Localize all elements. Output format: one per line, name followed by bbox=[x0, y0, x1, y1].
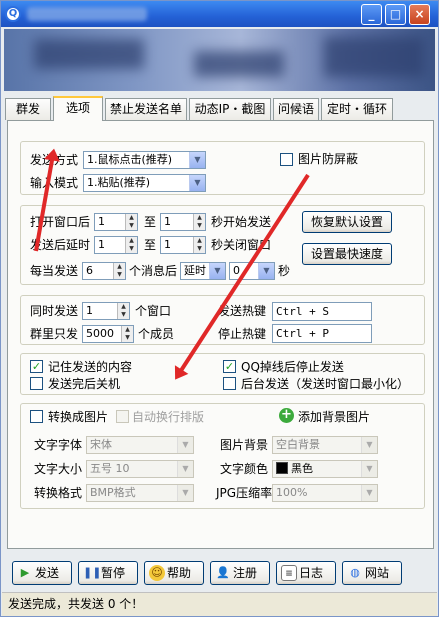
text-color-label: 文字颜色 bbox=[220, 462, 269, 476]
stop-hotkey-label: 停止热键 bbox=[218, 327, 267, 341]
image-background-label: 图片背景 bbox=[220, 438, 269, 452]
format-label: 转换格式 bbox=[34, 486, 83, 500]
shutdown-label: 发送完后关机 bbox=[48, 377, 121, 391]
website-button[interactable]: ◍ 网站 bbox=[342, 561, 402, 585]
text-color-select[interactable]: 黑色 ▼ bbox=[272, 460, 378, 478]
font-size-label: 文字大小 bbox=[34, 462, 83, 476]
open-suffix-label: 秒开始发送 bbox=[211, 215, 272, 229]
simultaneous-label: 同时发送 bbox=[30, 304, 79, 318]
anti-screen-label: 图片防屏蔽 bbox=[298, 152, 359, 166]
send-button[interactable]: ▶ 发送 bbox=[12, 561, 72, 585]
send-hotkey-field[interactable]: Ctrl + S bbox=[272, 302, 372, 321]
input-mode-select[interactable]: 1.粘贴(推荐) ▼ bbox=[83, 174, 206, 192]
font-label: 文字字体 bbox=[34, 438, 83, 452]
background-send-label: 后台发送（发送时窗口最小化） bbox=[241, 377, 410, 391]
after-messages-label: 个消息后 bbox=[129, 264, 178, 278]
tab-schedule[interactable]: 定时・循环 bbox=[321, 98, 393, 120]
jpg-quality-select[interactable]: 100% ▼ bbox=[272, 484, 378, 502]
minimize-button[interactable]: _ bbox=[361, 4, 382, 25]
delay-to-spinner[interactable]: 1 ▲ ▼ bbox=[160, 236, 206, 254]
chevron-down-icon: ▼ bbox=[209, 263, 225, 279]
chevron-down-icon: ▼ bbox=[361, 437, 377, 453]
group-members-spinner[interactable]: 5000 ▲ ▼ bbox=[82, 325, 134, 343]
every-send-spinner[interactable]: 6 ▲ ▼ bbox=[82, 262, 126, 280]
maximize-button[interactable]: □ bbox=[385, 4, 406, 25]
chevron-down-icon: ▼ bbox=[258, 263, 274, 279]
send-method-group bbox=[20, 141, 425, 195]
app-icon: Q bbox=[5, 6, 21, 22]
simultaneous-spinner[interactable]: 1 ▲ ▼ bbox=[82, 302, 130, 320]
qq-offline-label: QQ掉线后停止发送 bbox=[241, 360, 344, 374]
format-select[interactable]: BMP格式 ▼ bbox=[86, 484, 194, 502]
status-text: 发送完成，共发送 0 个！ bbox=[8, 597, 144, 611]
play-icon: ▶ bbox=[20, 566, 30, 579]
qq-offline-checkbox[interactable]: ✓ bbox=[223, 360, 236, 373]
chevron-down-icon: ▼ bbox=[361, 485, 377, 501]
pause-button[interactable]: ❚❚ 暂停 bbox=[78, 561, 138, 585]
image-background-select[interactable]: 空白背景 ▼ bbox=[272, 436, 378, 454]
delay-from-spinner[interactable]: 1 ▲ ▼ bbox=[94, 236, 138, 254]
tab-strip: 群发 选项 禁止发送名单 动态IP・截图 问候语 定时・循环 bbox=[4, 96, 435, 121]
auto-wrap-label: 自动换行排版 bbox=[132, 410, 205, 424]
tab-options[interactable]: 选项 bbox=[53, 96, 103, 121]
member-unit-label: 个成员 bbox=[138, 327, 175, 341]
restore-defaults-button[interactable]: 恢复默认设置 bbox=[302, 211, 392, 233]
open-from-spinner[interactable]: 1 ▲ ▼ bbox=[94, 213, 138, 231]
register-button[interactable]: 👤 注册 bbox=[210, 561, 270, 585]
bottom-toolbar: ▶ 发送 ❚❚ 暂停 ☺ 帮助 👤 注册 ≡ 日志 ◍ 网站 bbox=[4, 557, 435, 589]
blurred-title bbox=[27, 7, 147, 21]
remember-content-label: 记住发送的内容 bbox=[48, 360, 133, 374]
stop-hotkey-field[interactable]: Ctrl + P bbox=[272, 324, 372, 343]
auto-wrap-checkbox[interactable] bbox=[116, 410, 129, 423]
chevron-down-icon: ▼ bbox=[177, 461, 193, 477]
help-button[interactable]: ☺ 帮助 bbox=[144, 561, 204, 585]
jpg-quality-label: JPG压缩率 bbox=[216, 486, 273, 500]
chevron-down-icon: ▼ bbox=[189, 175, 205, 191]
convert-image-label: 转换成图片 bbox=[48, 410, 109, 424]
chevron-down-icon: ▼ bbox=[361, 461, 377, 477]
document-icon: ≡ bbox=[281, 565, 297, 581]
tab-blocklist[interactable]: 禁止发送名单 bbox=[105, 98, 187, 120]
user-icon: 👤 bbox=[216, 566, 230, 579]
fastest-speed-button[interactable]: 设置最快速度 bbox=[302, 243, 392, 265]
seconds-label: 秒 bbox=[278, 264, 291, 278]
to-label: 至 bbox=[144, 215, 157, 229]
font-size-select[interactable]: 五号 10 ▼ bbox=[86, 460, 194, 478]
chevron-down-icon: ▼ bbox=[189, 152, 205, 168]
options-panel: 发送方式 1.鼠标点击(推荐)▼ 输入模式 1.粘贴(推荐)▼ 图片防屏蔽 打开… bbox=[7, 120, 434, 549]
window-unit-label: 个窗口 bbox=[135, 304, 172, 318]
status-bar: 发送完成，共发送 0 个！ bbox=[2, 592, 437, 616]
color-swatch bbox=[276, 462, 288, 474]
input-mode-label: 输入模式 bbox=[30, 176, 79, 190]
chevron-down-icon: ▼ bbox=[177, 437, 193, 453]
anti-screen-checkbox[interactable] bbox=[280, 153, 293, 166]
smiley-icon: ☺ bbox=[149, 565, 165, 581]
shutdown-checkbox[interactable] bbox=[30, 377, 43, 390]
pause-mode-select[interactable]: 延时 ▼ bbox=[180, 262, 226, 280]
tab-mass-send[interactable]: 群发 bbox=[5, 98, 51, 120]
add-background-link[interactable]: 添加背景图片 bbox=[298, 409, 370, 425]
remember-content-checkbox[interactable]: ✓ bbox=[30, 360, 43, 373]
to-label: 至 bbox=[144, 238, 157, 252]
font-select[interactable]: 宋体 ▼ bbox=[86, 436, 194, 454]
group-only-label: 群里只发 bbox=[30, 327, 79, 341]
every-send-label: 每当发送 bbox=[30, 264, 79, 278]
add-icon: + bbox=[279, 408, 294, 423]
background-send-checkbox[interactable] bbox=[223, 377, 236, 390]
title-bar[interactable]: Q _ □ × bbox=[1, 1, 438, 27]
tab-dynamic-ip[interactable]: 动态IP・截图 bbox=[189, 98, 271, 120]
tab-greetings[interactable]: 问候语 bbox=[273, 98, 319, 120]
open-to-spinner[interactable]: 1 ▲ ▼ bbox=[160, 213, 206, 231]
banner-image bbox=[4, 29, 435, 91]
pause-icon: ❚❚ bbox=[83, 566, 102, 579]
close-button[interactable]: × bbox=[409, 4, 430, 25]
convert-image-checkbox[interactable] bbox=[30, 410, 43, 423]
globe-icon: ◍ bbox=[350, 566, 360, 579]
chevron-down-icon: ▼ bbox=[177, 485, 193, 501]
log-button[interactable]: ≡ 日志 bbox=[276, 561, 336, 585]
main-window: Q _ □ × 群发 选项 禁止发送名单 动态IP・截图 问候语 定时・循环 发… bbox=[0, 0, 439, 617]
send-method-select[interactable]: 1.鼠标点击(推荐) ▼ bbox=[83, 151, 206, 169]
